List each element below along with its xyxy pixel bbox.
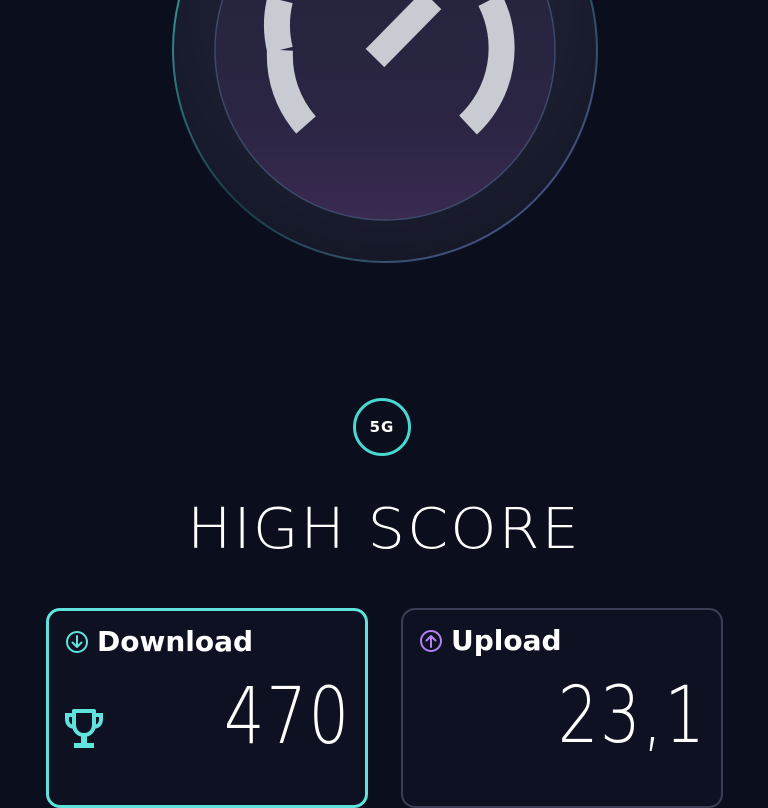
download-label: Download [97, 625, 254, 658]
speed-gauge [172, 0, 598, 263]
gauge-arc-left-top [263, 0, 293, 54]
upload-card[interactable]: Upload 23,1 [401, 608, 723, 808]
download-value: 470 [223, 672, 351, 762]
upload-card-header: Upload [419, 624, 562, 658]
page-title: HIGH SCORE [187, 497, 581, 562]
upload-value: 23,1 [558, 671, 707, 761]
network-type-badge: 5G [353, 398, 411, 456]
trophy-icon [65, 709, 103, 748]
arrow-up-circle-icon [420, 630, 442, 652]
arrow-down-circle-icon [66, 631, 88, 653]
upload-label: Upload [451, 624, 562, 657]
download-card[interactable]: Download 470 [46, 608, 368, 808]
network-type-label: 5G [369, 418, 395, 436]
download-card-header: Download [65, 625, 253, 659]
